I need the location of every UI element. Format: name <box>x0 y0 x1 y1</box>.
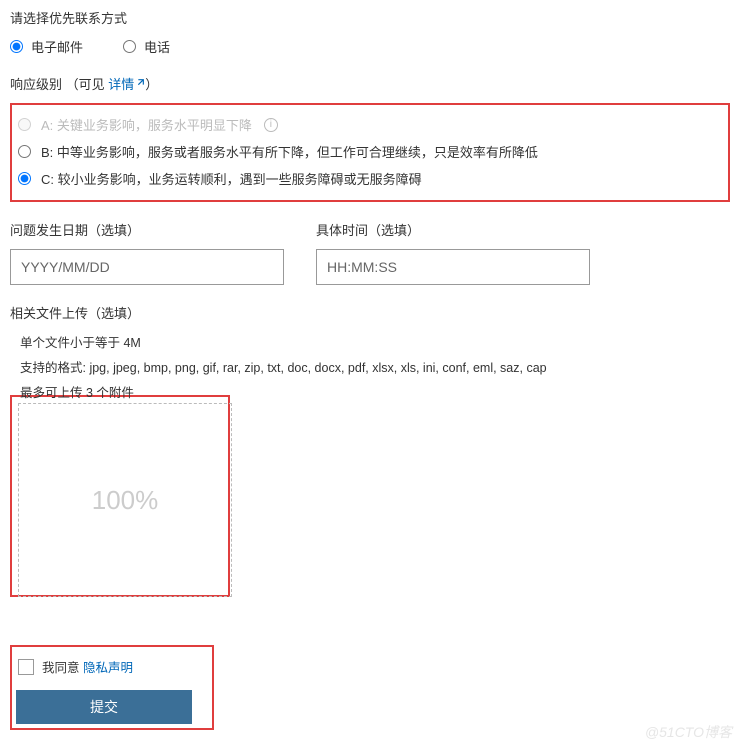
severity-option-b[interactable]: B: 中等业务影响，服务或者服务水平有所下降，但工作可合理继续，只是效率有所降低 <box>18 138 722 165</box>
date-column: 问题发生日期（选填） <box>10 220 284 285</box>
upload-highlight-box: 100% <box>10 395 230 597</box>
contact-phone-option[interactable]: 电话 <box>123 37 170 56</box>
contact-method-title: 请选择优先联系方式 <box>10 8 730 27</box>
contact-phone-radio[interactable] <box>123 40 136 53</box>
date-input[interactable] <box>10 249 284 285</box>
severity-radio-b[interactable] <box>18 145 31 158</box>
time-label: 具体时间（选填） <box>316 220 590 239</box>
severity-label-b: B: 中等业务影响，服务或者服务水平有所下降，但工作可合理继续，只是效率有所降低 <box>41 142 538 161</box>
severity-details-link-text: 详情 <box>108 77 134 92</box>
agree-text-wrap: 我同意 隐私声明 <box>42 657 133 676</box>
upload-box-wrap: 100% <box>10 395 730 597</box>
agree-text: 我同意 <box>42 661 83 675</box>
severity-radio-a <box>18 118 31 131</box>
severity-paren-close: ） <box>145 77 158 92</box>
severity-details-link[interactable]: 详情 <box>108 77 145 92</box>
submit-highlight-box: 我同意 隐私声明 提交 <box>10 645 214 730</box>
time-column: 具体时间（选填） <box>316 220 590 285</box>
upload-dropzone[interactable]: 100% <box>18 403 232 597</box>
agreement-row: 我同意 隐私声明 <box>12 647 212 690</box>
info-icon: i <box>264 118 278 132</box>
severity-option-c[interactable]: C: 较小业务影响，业务运转顺利，遇到一些服务障碍或无服务障碍 <box>18 165 722 192</box>
submit-button[interactable]: 提交 <box>16 690 192 724</box>
contact-email-option[interactable]: 电子邮件 <box>10 37 83 56</box>
severity-title: 响应级别 （可见 详情 ） <box>10 74 730 93</box>
severity-radio-c[interactable] <box>18 172 31 185</box>
severity-highlight-box: A: 关键业务影响，服务水平明显下降 i B: 中等业务影响，服务或者服务水平有… <box>10 103 730 202</box>
contact-phone-label: 电话 <box>144 37 170 56</box>
submit-button-label: 提交 <box>90 697 118 717</box>
severity-section: 响应级别 （可见 详情 ） A: 关键业务影响，服务水平明显下降 i B: 中等业… <box>10 74 730 202</box>
agree-checkbox[interactable] <box>18 659 34 675</box>
upload-section: 相关文件上传（选填） 单个文件小于等于 4M 支持的格式: jpg, jpeg,… <box>10 303 730 597</box>
date-label: 问题发生日期（选填） <box>10 220 284 239</box>
watermark: @51CTO博客 <box>645 722 732 742</box>
external-link-icon <box>135 78 145 88</box>
privacy-link[interactable]: 隐私声明 <box>83 661 133 675</box>
datetime-section: 问题发生日期（选填） 具体时间（选填） <box>10 220 730 285</box>
contact-email-label: 电子邮件 <box>31 37 83 56</box>
upload-hints: 单个文件小于等于 4M 支持的格式: jpg, jpeg, bmp, png, … <box>10 332 730 401</box>
severity-label-a: A: 关键业务影响，服务水平明显下降 <box>41 115 252 134</box>
contact-method-options: 电子邮件 电话 <box>10 37 730 56</box>
severity-paren-open: （可见 <box>66 77 109 92</box>
time-input[interactable] <box>316 249 590 285</box>
contact-method-section: 请选择优先联系方式 电子邮件 电话 <box>10 8 730 56</box>
severity-label-c: C: 较小业务影响，业务运转顺利，遇到一些服务障碍或无服务障碍 <box>41 169 422 188</box>
contact-email-radio[interactable] <box>10 40 23 53</box>
upload-hint-size: 单个文件小于等于 4M <box>20 332 730 351</box>
severity-title-text: 响应级别 <box>10 77 62 92</box>
upload-title: 相关文件上传（选填） <box>10 303 730 322</box>
severity-option-a: A: 关键业务影响，服务水平明显下降 i <box>18 111 722 138</box>
upload-progress-text: 100% <box>92 485 159 516</box>
upload-hint-formats: 支持的格式: jpg, jpeg, bmp, png, gif, rar, zi… <box>20 357 730 376</box>
